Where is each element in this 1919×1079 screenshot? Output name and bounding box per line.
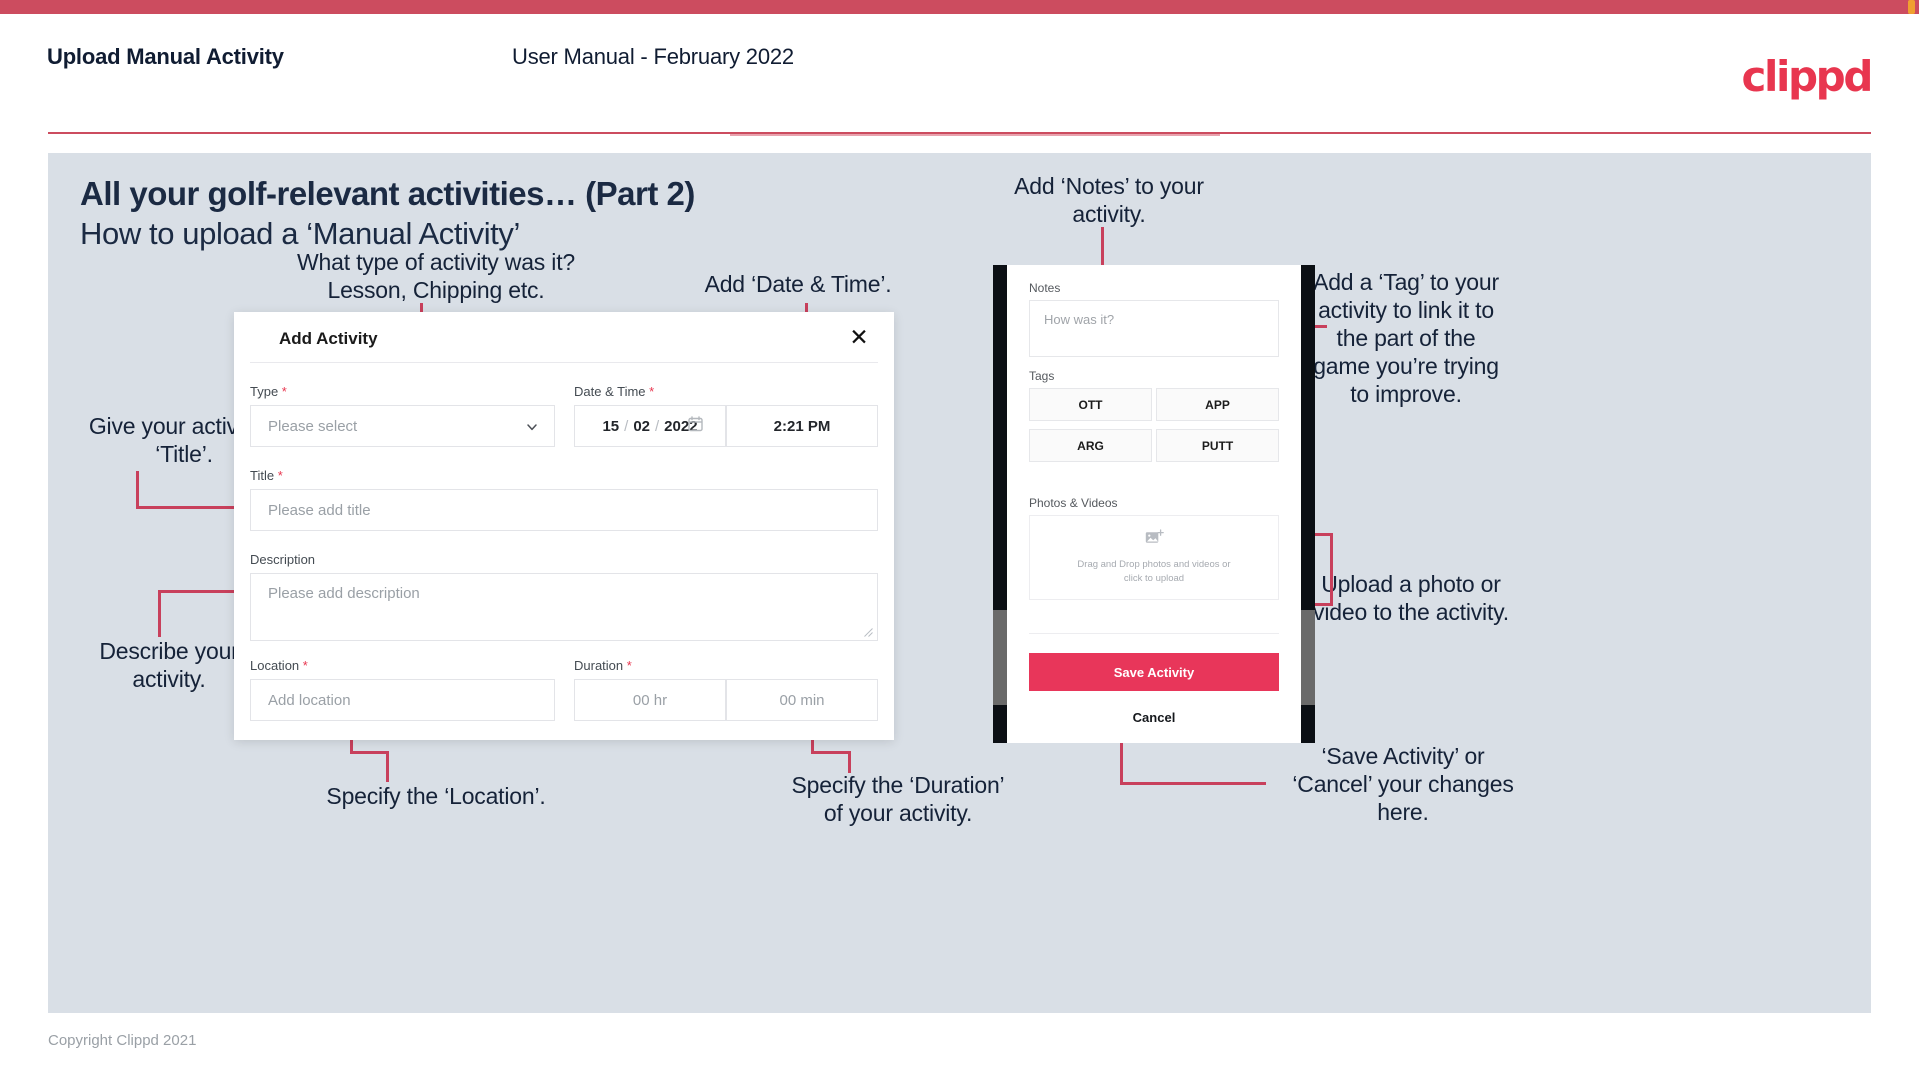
add-image-icon — [1145, 529, 1164, 551]
tag-arg[interactable]: ARG — [1029, 429, 1152, 462]
slide-root: Upload Manual Activity User Manual - Feb… — [0, 0, 1919, 1079]
notes-label: Notes — [1029, 281, 1061, 295]
type-select[interactable]: Please select — [250, 405, 555, 447]
date-day: 15 — [602, 417, 620, 435]
phone-screen: Notes How was it? Tags OTT APP ARG PUTT … — [1007, 265, 1301, 743]
chevron-down-icon — [526, 420, 538, 432]
slide-subtitle: How to upload a ‘Manual Activity’ — [80, 216, 520, 251]
photo-dropzone[interactable]: Drag and Drop photos and videos or click… — [1029, 515, 1279, 600]
duration-hours-input[interactable]: 00 hr — [574, 679, 726, 721]
required-marker: * — [623, 658, 632, 673]
location-label: Location * — [250, 658, 308, 673]
dialog-title: Add Activity — [279, 329, 378, 348]
annotation-location: Specify the ‘Location’. — [326, 783, 546, 809]
save-activity-button[interactable]: Save Activity — [1029, 653, 1279, 691]
location-input[interactable]: Add location — [250, 679, 555, 721]
required-marker: * — [278, 384, 287, 399]
phone-frame-left-segment — [993, 610, 1007, 705]
title-input-placeholder: Please add title — [268, 501, 371, 519]
annotation-tag: Add a ‘Tag’ to your activity to link it t… — [1313, 269, 1499, 408]
phone-divider — [1029, 633, 1279, 634]
phone-frame-right — [1301, 265, 1315, 743]
location-placeholder: Add location — [268, 691, 351, 709]
date-month: 02 — [633, 417, 650, 435]
tag-app-label: APP — [1205, 397, 1230, 412]
page-header: Upload Manual Activity User Manual - Feb… — [0, 14, 1919, 136]
connector-desc-h — [158, 590, 236, 593]
dialog-divider — [250, 362, 878, 363]
save-activity-label: Save Activity — [1113, 664, 1195, 680]
date-time-label-text: Date & Time — [574, 384, 646, 399]
connector-save-h — [1120, 782, 1266, 785]
required-marker: * — [274, 468, 283, 483]
notes-textarea[interactable]: How was it? — [1029, 300, 1279, 357]
dropzone-line-2: click to upload — [1123, 573, 1185, 584]
description-label-text: Description — [250, 552, 316, 567]
description-label: Description — [250, 552, 315, 567]
slide-title: All your golf-relevant activities… (Part… — [80, 175, 695, 212]
connector-title-h — [136, 506, 249, 509]
connector-title-v — [136, 471, 139, 509]
type-select-placeholder: Please select — [268, 417, 358, 435]
cancel-button[interactable]: Cancel — [1007, 710, 1301, 725]
clippd-logo: clippd — [1741, 52, 1874, 101]
annotation-notes: Add ‘Notes’ to your activity. — [1014, 173, 1204, 228]
date-time-label: Date & Time * — [574, 384, 654, 399]
duration-label: Duration * — [574, 658, 632, 673]
date-input[interactable]: 15 / 02 / 2022 — [574, 405, 726, 447]
type-label-text: Type — [250, 384, 279, 399]
photos-label: Photos & Videos — [1029, 496, 1118, 510]
description-placeholder: Please add description — [268, 585, 420, 602]
annotation-date-time: Add ‘Date & Time’. — [704, 271, 892, 297]
tag-putt-label: PUTT — [1201, 438, 1234, 453]
duration-minutes-placeholder: 00 min — [779, 691, 825, 709]
tag-app[interactable]: APP — [1156, 388, 1279, 421]
annotation-upload: Upload a photo or video to the activity. — [1313, 571, 1509, 626]
close-icon[interactable]: ✕ — [846, 324, 872, 350]
add-activity-dialog: Add Activity ✕ Type * Please select Date… — [234, 312, 894, 740]
connector-dur-v2 — [848, 751, 851, 773]
phone-frame-left — [993, 265, 1007, 743]
title-label-text: Title — [250, 468, 275, 483]
tag-arg-label: ARG — [1077, 438, 1104, 453]
calendar-icon[interactable] — [688, 416, 703, 436]
dropzone-line-1: Drag and Drop photos and videos or — [1077, 559, 1231, 571]
header-divider-soft — [730, 134, 1220, 136]
date-separator: / — [624, 417, 629, 435]
title-input[interactable]: Please add title — [250, 489, 878, 531]
duration-minutes-input[interactable]: 00 min — [726, 679, 878, 721]
duration-hours-placeholder: 00 hr — [632, 691, 668, 709]
time-value: 2:21 PM — [773, 417, 831, 435]
time-input[interactable]: 2:21 PM — [726, 405, 878, 447]
document-subtitle: User Manual - February 2022 — [512, 44, 794, 69]
title-label: Title * — [250, 468, 283, 483]
connector-upl-v — [1330, 533, 1333, 605]
location-label-text: Location — [250, 658, 300, 673]
tag-ott[interactable]: OTT — [1029, 388, 1152, 421]
connector-loc-v2 — [386, 751, 389, 782]
description-textarea[interactable]: Please add description — [250, 573, 878, 641]
page-title: Upload Manual Activity — [47, 44, 284, 69]
annotation-duration: Specify the ‘Duration’ of your activity. — [791, 772, 1005, 827]
tags-label: Tags — [1029, 369, 1055, 383]
type-label: Type * — [250, 384, 287, 399]
connector-desc-v — [158, 590, 161, 637]
notes-placeholder: How was it? — [1044, 312, 1115, 327]
top-accent-bar — [0, 0, 1919, 14]
duration-label-text: Duration — [574, 658, 624, 673]
footer-copyright: Copyright Clippd 2021 — [48, 1032, 197, 1049]
phone-mockup: Notes How was it? Tags OTT APP ARG PUTT … — [993, 265, 1315, 743]
date-separator: / — [655, 417, 660, 435]
phone-frame-right-segment — [1301, 610, 1315, 705]
tag-putt[interactable]: PUTT — [1156, 429, 1279, 462]
resize-handle-icon[interactable] — [864, 628, 873, 637]
connector-loc-h — [350, 751, 388, 754]
tag-ott-label: OTT — [1078, 397, 1103, 412]
top-accent-marker — [1908, 0, 1915, 14]
required-marker: * — [645, 384, 655, 399]
required-marker: * — [299, 658, 308, 673]
annotation-save-cancel: ‘Save Activity’ or ‘Cancel’ your changes h… — [1292, 743, 1514, 826]
connector-dur-h — [811, 751, 850, 754]
annotation-type: What type of activity was it? Lesson, Chi… — [297, 249, 575, 304]
